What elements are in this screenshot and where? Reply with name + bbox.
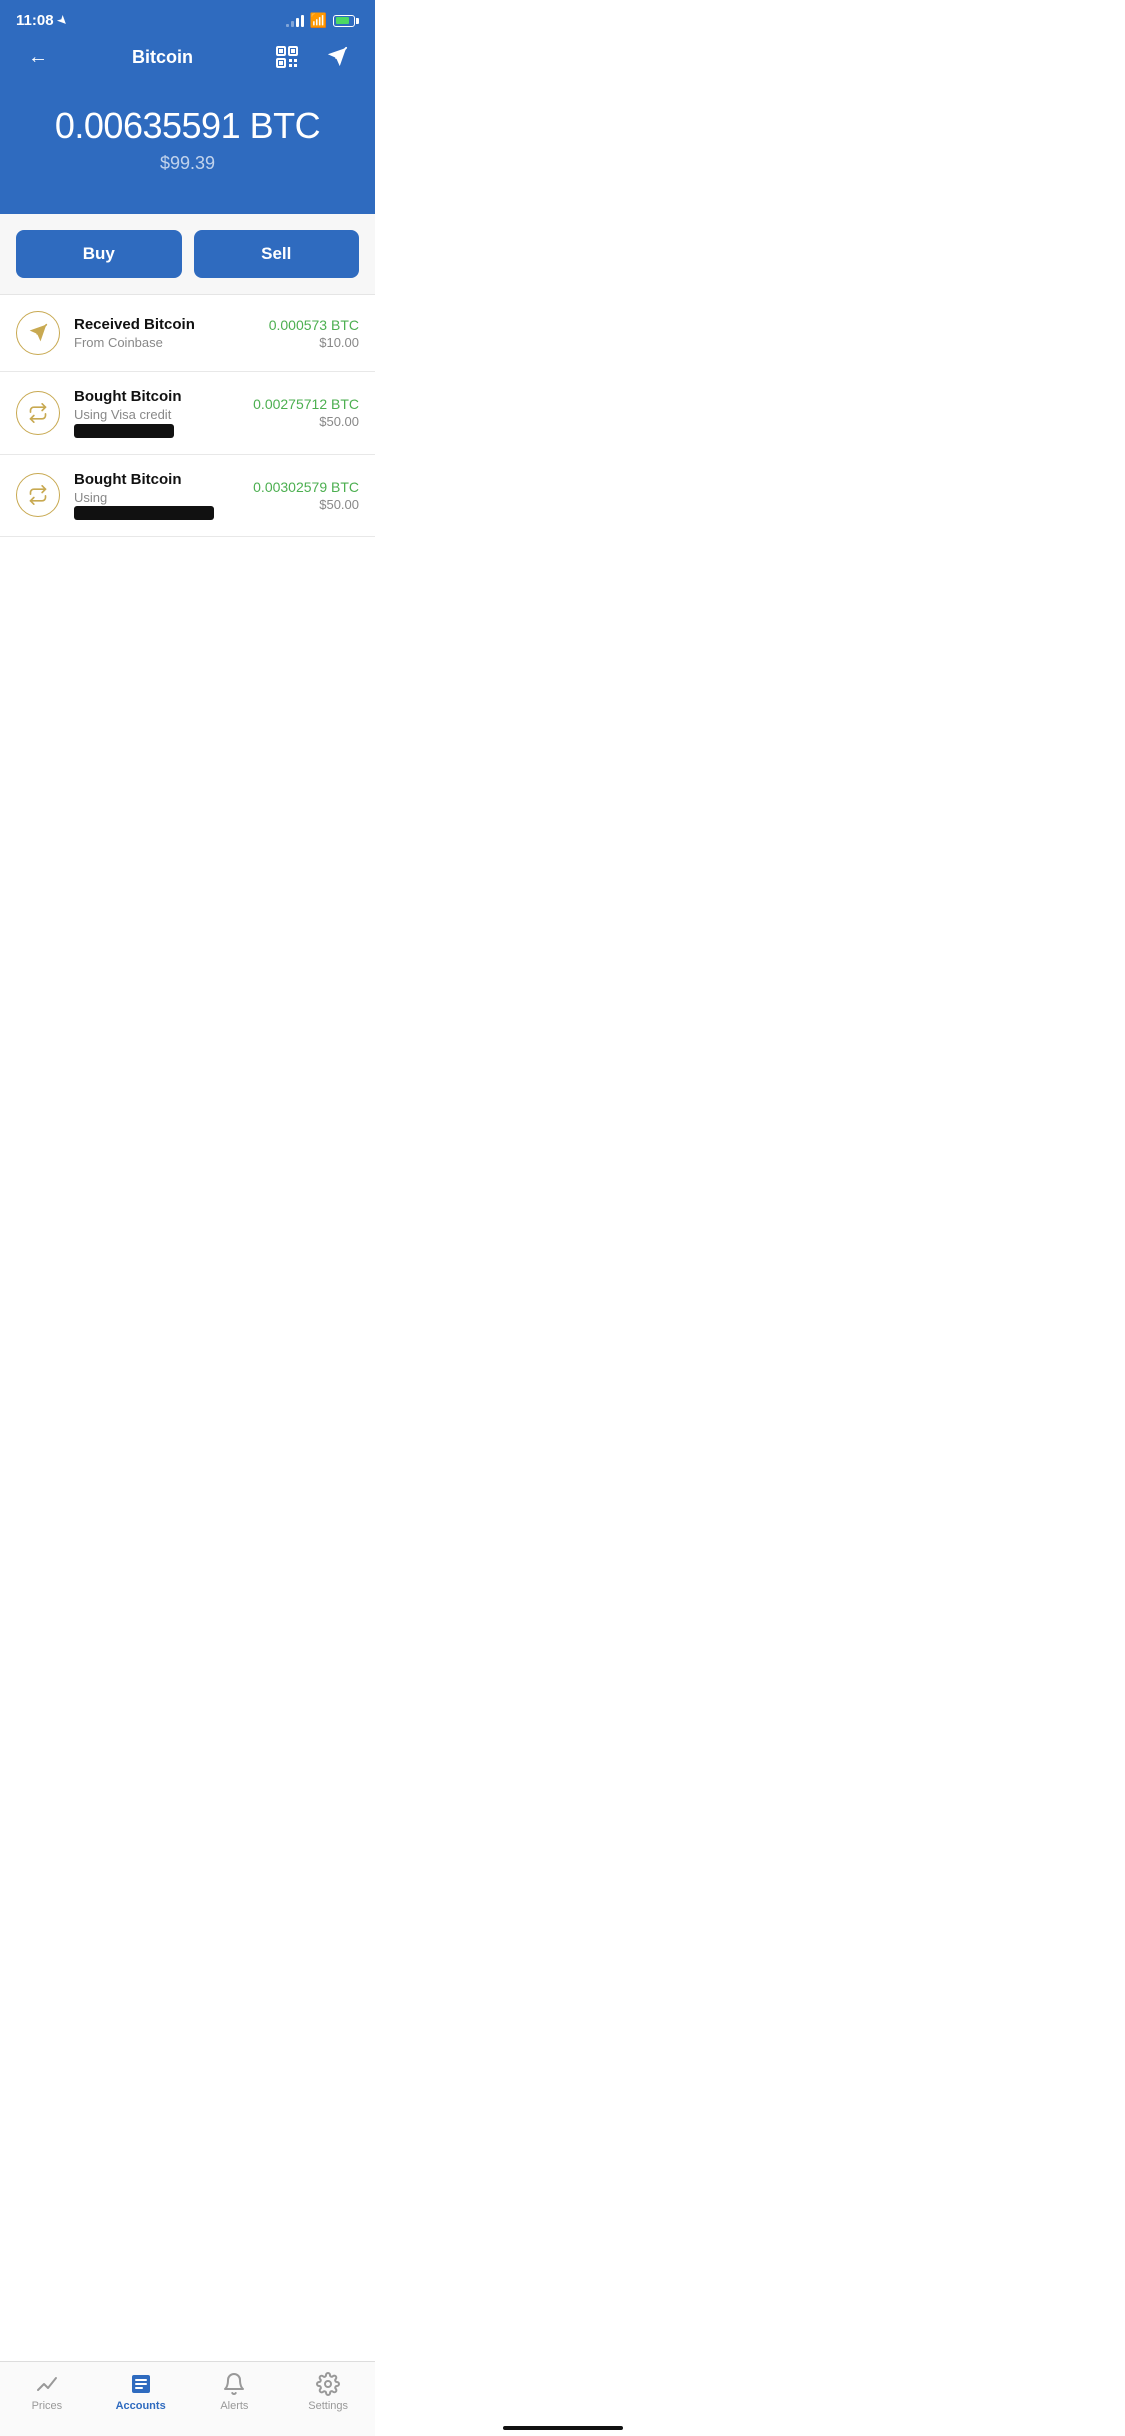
transaction-subtitle: Using Visa credit xyxy=(74,407,239,438)
usd-amount: $50.00 xyxy=(253,497,359,512)
status-time: 11:08 ➤ xyxy=(16,12,67,29)
buy-icon xyxy=(16,391,60,435)
header-actions xyxy=(269,45,355,69)
transaction-amount: 0.00275712 BTC $50.00 xyxy=(253,396,359,429)
usd-balance: $99.39 xyxy=(20,153,355,174)
sell-button[interactable]: Sell xyxy=(194,230,360,278)
usd-amount: $10.00 xyxy=(269,335,359,350)
accounts-icon xyxy=(129,2372,153,2396)
back-button[interactable]: ← xyxy=(20,46,56,69)
receive-icon xyxy=(16,311,60,355)
battery-icon xyxy=(333,15,359,27)
transaction-item[interactable]: Received Bitcoin From Coinbase 0.000573 … xyxy=(0,295,375,372)
send-icon xyxy=(326,46,348,68)
send-button[interactable] xyxy=(319,46,355,68)
page-title: Bitcoin xyxy=(56,47,269,68)
settings-icon xyxy=(316,2372,340,2396)
transaction-title: Bought Bitcoin xyxy=(74,388,239,405)
nav-item-alerts[interactable]: Alerts xyxy=(204,2372,264,2412)
home-indicator xyxy=(503,2426,623,2430)
btc-amount: 0.00275712 BTC xyxy=(253,396,359,412)
bottom-navigation: Prices Accounts Alerts Settings xyxy=(0,2361,375,2436)
nav-item-prices[interactable]: Prices xyxy=(17,2372,77,2412)
transaction-item[interactable]: Bought Bitcoin Using Visa credit 0.00275… xyxy=(0,372,375,455)
alerts-label: Alerts xyxy=(220,2400,248,2412)
swap-icon xyxy=(28,485,48,505)
transaction-info: Received Bitcoin From Coinbase xyxy=(74,316,255,350)
redacted-text xyxy=(74,506,214,520)
alerts-icon xyxy=(222,2372,246,2396)
transaction-title: Received Bitcoin xyxy=(74,316,255,333)
transaction-subtitle: From Coinbase xyxy=(74,335,255,350)
transaction-info: Bought Bitcoin Using Visa credit xyxy=(74,388,239,438)
nav-item-accounts[interactable]: Accounts xyxy=(111,2372,171,2412)
action-buttons: Buy Sell xyxy=(0,214,375,295)
location-arrow-icon: ➤ xyxy=(54,13,70,29)
nav-item-settings[interactable]: Settings xyxy=(298,2372,358,2412)
page-header: ← Bitcoin xyxy=(0,37,375,85)
wifi-icon: 📶 xyxy=(310,12,327,29)
transaction-title: Bought Bitcoin xyxy=(74,471,239,488)
prices-icon xyxy=(35,2372,59,2396)
qr-code-button[interactable] xyxy=(269,45,305,69)
btc-amount: 0.00302579 BTC xyxy=(253,479,359,495)
qr-icon xyxy=(275,45,299,69)
back-arrow-icon: ← xyxy=(28,46,48,69)
usd-amount: $50.00 xyxy=(253,414,359,429)
prices-label: Prices xyxy=(32,2400,63,2412)
status-icons: 📶 xyxy=(286,12,359,29)
buy-button[interactable]: Buy xyxy=(16,230,182,278)
settings-label: Settings xyxy=(308,2400,348,2412)
transactions-list: Received Bitcoin From Coinbase 0.000573 … xyxy=(0,295,375,537)
redacted-text xyxy=(74,424,174,438)
status-bar: 11:08 ➤ 📶 xyxy=(0,0,375,37)
swap-icon xyxy=(28,403,48,423)
accounts-label: Accounts xyxy=(116,2400,166,2412)
transaction-subtitle: Using xyxy=(74,490,239,521)
buy-icon xyxy=(16,473,60,517)
transaction-item[interactable]: Bought Bitcoin Using 0.00302579 BTC $50.… xyxy=(0,455,375,538)
balance-section: 0.00635591 BTC $99.39 xyxy=(0,85,375,214)
transaction-amount: 0.000573 BTC $10.00 xyxy=(269,317,359,350)
transaction-info: Bought Bitcoin Using xyxy=(74,471,239,521)
time-display: 11:08 xyxy=(16,12,54,29)
btc-amount: 0.000573 BTC xyxy=(269,317,359,333)
arrow-icon xyxy=(28,323,48,343)
btc-balance: 0.00635591 BTC xyxy=(20,105,355,147)
transaction-amount: 0.00302579 BTC $50.00 xyxy=(253,479,359,512)
signal-strength-icon xyxy=(286,15,304,27)
